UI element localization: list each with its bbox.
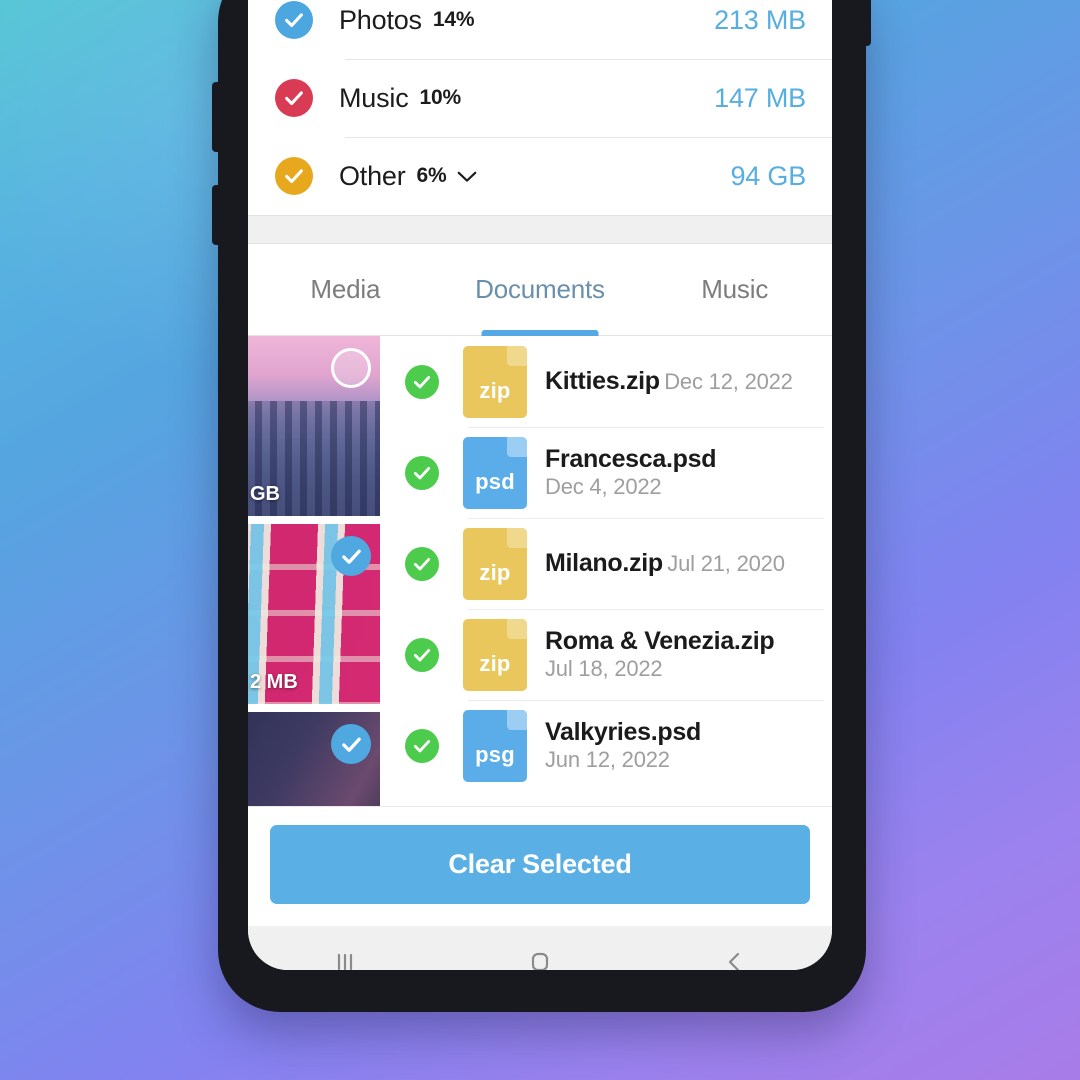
- psd-file-icon: psg: [463, 709, 527, 782]
- checkmark-icon-music[interactable]: [275, 79, 313, 117]
- file-text-block: Roma & Venezia.zip Jul 18, 2022: [545, 627, 816, 682]
- file-check-icon[interactable]: [405, 546, 439, 581]
- clear-selected-button[interactable]: Clear Selected: [270, 825, 810, 904]
- documents-file-list: zip Kitties.zip Dec 12, 2022 psd Frances…: [380, 336, 832, 806]
- back-icon[interactable]: [637, 947, 832, 970]
- psd-file-icon: psd: [463, 436, 527, 509]
- android-navigation-bar: [248, 926, 832, 970]
- file-name: Roma & Venezia.zip: [545, 627, 775, 655]
- tab-media[interactable]: Media: [248, 244, 443, 335]
- storage-size-other: 94 GB: [730, 160, 806, 191]
- tab-documents[interactable]: Documents: [443, 244, 638, 335]
- side-key-button[interactable]: [862, 0, 871, 46]
- page-fold-corner: [507, 345, 527, 366]
- file-extension-label: zip: [479, 377, 511, 403]
- file-date: Dec 12, 2022: [664, 369, 793, 394]
- storage-label-other: Other: [339, 160, 406, 191]
- media-select-circle-icon[interactable]: [331, 348, 371, 388]
- media-size-label: GB: [250, 483, 280, 505]
- table-row[interactable]: zip Roma & Venezia.zip Jul 18, 2022: [383, 609, 832, 700]
- media-card[interactable]: [248, 712, 380, 806]
- recents-icon[interactable]: [248, 947, 443, 971]
- file-text-block: Kitties.zip Dec 12, 2022: [545, 367, 793, 396]
- storage-percent-music: 10%: [419, 86, 462, 109]
- file-check-icon[interactable]: [405, 728, 439, 763]
- zip-file-icon: zip: [463, 618, 527, 691]
- media-check-icon[interactable]: [331, 724, 371, 764]
- storage-size-photos: 213 MB: [714, 4, 806, 35]
- home-icon[interactable]: [443, 946, 638, 970]
- zip-file-icon: zip: [463, 527, 527, 600]
- zip-file-icon: zip: [463, 345, 527, 418]
- tab-music[interactable]: Music: [637, 244, 832, 335]
- phone-device-frame: Photos 14% 213 MB Music 10% 147 MB Other…: [212, 0, 871, 1012]
- table-row[interactable]: zip Milano.zip Jul 21, 2020: [383, 518, 832, 609]
- file-name: Valkyries.psd: [545, 718, 701, 746]
- file-extension-label: zip: [479, 650, 511, 676]
- table-row[interactable]: zip Kitties.zip Dec 12, 2022: [383, 336, 832, 427]
- table-row[interactable]: psg Valkyries.psd Jun 12, 2022: [383, 700, 832, 791]
- storage-row-photos[interactable]: Photos 14% 213 MB: [248, 0, 832, 59]
- media-card[interactable]: GB: [248, 336, 380, 516]
- file-text-block: Francesca.psd Dec 4, 2022: [545, 445, 816, 500]
- table-row[interactable]: psd Francesca.psd Dec 4, 2022: [383, 427, 832, 518]
- media-thumbnail-strip: GB 2 MB: [248, 336, 380, 806]
- file-check-icon[interactable]: [405, 455, 439, 490]
- file-text-block: Milano.zip Jul 21, 2020: [545, 549, 785, 578]
- phone-screen: Photos 14% 213 MB Music 10% 147 MB Other…: [248, 0, 832, 970]
- page-fold-corner: [507, 709, 527, 730]
- page-fold-corner: [507, 618, 527, 639]
- file-date: Jun 12, 2022: [545, 747, 670, 772]
- file-extension-label: psg: [475, 741, 515, 767]
- file-extension-label: zip: [479, 559, 511, 585]
- storage-row-other[interactable]: Other 6% 94 GB: [248, 137, 832, 215]
- checkmark-icon-other[interactable]: [275, 157, 313, 195]
- volume-button[interactable]: [212, 82, 222, 152]
- media-check-icon[interactable]: [331, 536, 371, 576]
- storage-size-music: 147 MB: [714, 82, 806, 113]
- storage-row-music[interactable]: Music 10% 147 MB: [248, 59, 832, 137]
- wallpaper-background: Photos 14% 213 MB Music 10% 147 MB Other…: [0, 0, 1080, 1080]
- media-size-label: 2 MB: [250, 671, 298, 693]
- page-fold-corner: [507, 436, 527, 457]
- file-name: Milano.zip: [545, 549, 663, 577]
- file-date: Jul 18, 2022: [545, 656, 663, 681]
- file-date: Dec 4, 2022: [545, 474, 662, 499]
- file-name: Kitties.zip: [545, 367, 660, 395]
- storage-category-list: Photos 14% 213 MB Music 10% 147 MB Other…: [248, 0, 832, 215]
- file-date: Jul 21, 2020: [667, 551, 785, 576]
- storage-percent-photos: 14%: [432, 8, 475, 31]
- file-extension-label: psd: [475, 468, 515, 494]
- page-fold-corner: [507, 527, 527, 548]
- file-name: Francesca.psd: [545, 445, 717, 473]
- category-tab-bar: Media Documents Music: [248, 244, 832, 336]
- power-button[interactable]: [212, 185, 222, 245]
- storage-label-music: Music: [339, 82, 409, 113]
- file-text-block: Valkyries.psd Jun 12, 2022: [545, 718, 816, 773]
- tab-content-area: GB 2 MB zip Kitties.zip Dec 12, 2022 psd…: [248, 336, 832, 806]
- storage-label-photos: Photos: [339, 4, 422, 35]
- media-card[interactable]: 2 MB: [248, 524, 380, 704]
- chevron-down-icon[interactable]: [456, 170, 478, 183]
- primary-action-container: Clear Selected: [248, 806, 832, 926]
- file-check-icon[interactable]: [405, 364, 439, 399]
- checkmark-icon-photos[interactable]: [275, 1, 313, 39]
- section-separator-band: [248, 215, 832, 244]
- file-check-icon[interactable]: [405, 637, 439, 672]
- storage-percent-other: 6%: [416, 164, 447, 187]
